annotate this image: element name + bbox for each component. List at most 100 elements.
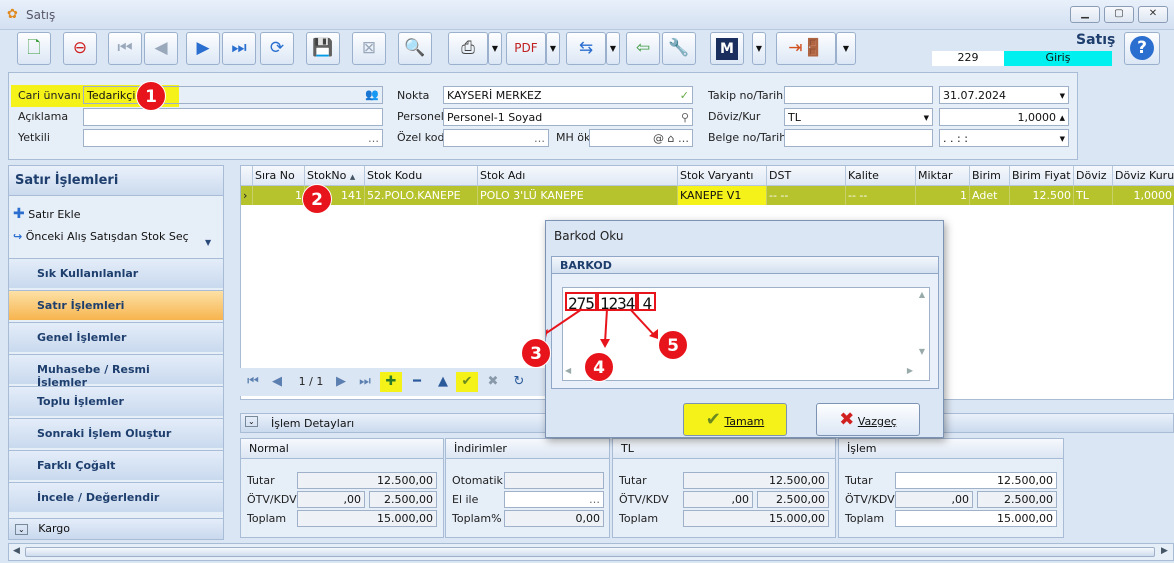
cell-sira-no[interactable]: 1 xyxy=(253,186,305,205)
close-button[interactable]: ✕ xyxy=(1138,6,1168,23)
col-birim-fiyat[interactable]: Birim Fiyat xyxy=(1010,166,1074,186)
cell-miktar[interactable]: 1 xyxy=(916,186,970,205)
minimize-button[interactable]: ▁ xyxy=(1070,6,1100,23)
doviz-select[interactable]: TL ▼ xyxy=(784,108,933,126)
cell-stok-varyanti[interactable]: KANEPE V1 xyxy=(678,186,767,205)
scroll-right-icon[interactable]: ▶ xyxy=(1161,546,1168,556)
new-document-button[interactable]: 🗋 xyxy=(17,32,51,65)
first-record-button[interactable]: ⏮ xyxy=(108,32,142,65)
normal-box: Normal Tutar 12.500,00 ÖTV/KDV ,00 2.500… xyxy=(240,438,444,538)
cari-input[interactable]: Tedarikçi 1 xyxy=(83,86,383,104)
aciklama-input[interactable] xyxy=(83,108,383,126)
scroll-thumb[interactable] xyxy=(25,547,1155,557)
col-stok-kodu[interactable]: Stok Kodu xyxy=(365,166,478,186)
nokta-input[interactable]: KAYSERİ MERKEZ ✓ xyxy=(443,86,693,104)
col-stokno[interactable]: StokNo ▲ xyxy=(305,166,365,186)
discard-button[interactable]: ⊠ xyxy=(352,32,386,65)
belge-date-input[interactable]: . . : : ▼ xyxy=(939,129,1069,147)
tools-button[interactable]: 🔧 xyxy=(662,32,696,65)
mhok-input[interactable]: @ ⌂ … xyxy=(589,129,693,147)
nav-add-icon[interactable]: ✚ xyxy=(380,372,402,392)
personel-input[interactable]: Personel-1 Soyad ⚲ xyxy=(443,108,693,126)
nav-satir-islemleri[interactable]: Satır İşlemleri xyxy=(9,290,223,320)
people-icon[interactable]: 👥 xyxy=(365,88,379,101)
nav-first-icon[interactable]: ⏮ xyxy=(242,372,264,392)
doviz-value: TL xyxy=(788,111,801,124)
islem-toplam[interactable]: 15.000,00 xyxy=(895,510,1057,527)
yetkili-input[interactable]: … xyxy=(83,129,383,147)
nav-up-icon[interactable]: ▲ xyxy=(432,372,454,392)
cell-stok-adi[interactable]: POLO 3'LÜ KANEPE xyxy=(478,186,678,205)
nav-genel-islemler[interactable]: Genel İşlemler xyxy=(9,322,223,352)
col-stok-adi[interactable]: Stok Adı xyxy=(478,166,678,186)
cell-kalite[interactable]: -- -- xyxy=(846,186,916,205)
next-record-button[interactable]: ▶ xyxy=(186,32,220,65)
maximize-button[interactable]: ▢ xyxy=(1104,6,1134,23)
last-record-button[interactable]: ⏭ xyxy=(222,32,256,65)
row-indicator-icon[interactable]: › xyxy=(241,186,253,205)
scroll-left-icon[interactable]: ◀ xyxy=(13,546,20,556)
cell-birim-fiyat[interactable]: 12.500 xyxy=(1010,186,1074,205)
m-dropdown-icon[interactable]: ▼ xyxy=(752,32,766,65)
nav-remove-icon[interactable]: ━ xyxy=(406,372,428,392)
pdf-button[interactable]: PDF xyxy=(506,32,546,65)
elile-input[interactable]: … xyxy=(504,491,604,508)
preview-button[interactable]: 🔍 xyxy=(398,32,432,65)
export-button[interactable]: ⇆ xyxy=(566,32,606,65)
nav-last-icon[interactable]: ⏭ xyxy=(354,372,376,392)
nav-incele[interactable]: İncele / Değerlendir xyxy=(9,482,223,512)
ozelkod-input[interactable]: … xyxy=(443,129,549,147)
tl-tutar-label: Tutar xyxy=(619,474,647,487)
islem-title: İşlem xyxy=(839,439,1063,459)
nav-muhasebe[interactable]: Muhasebe / Resmi İşlemler xyxy=(9,354,223,389)
nav-sonraki-islem[interactable]: Sonraki İşlem Oluştur xyxy=(9,418,223,448)
nav-refresh-icon[interactable]: ↻ xyxy=(508,372,530,392)
delete-document-button[interactable]: ⊖ xyxy=(63,32,97,65)
pdf-dropdown-icon[interactable]: ▼ xyxy=(546,32,560,65)
cell-dst[interactable]: -- -- xyxy=(767,186,846,205)
export-dropdown-icon[interactable]: ▼ xyxy=(606,32,620,65)
islem-tutar[interactable]: 12.500,00 xyxy=(895,472,1057,489)
col-dst[interactable]: DST xyxy=(767,166,846,186)
col-doviz[interactable]: Döviz xyxy=(1074,166,1113,186)
save-button[interactable]: 💾 xyxy=(306,32,340,65)
expand-more-icon[interactable]: ▼ xyxy=(205,238,211,247)
help-button[interactable]: ? xyxy=(1124,32,1160,65)
cell-doviz[interactable]: TL xyxy=(1074,186,1113,205)
col-sira-no[interactable]: Sıra No xyxy=(253,166,305,186)
kargo-section[interactable]: ⌄ Kargo xyxy=(9,518,223,539)
prev-record-button[interactable]: ◀ xyxy=(144,32,178,65)
belge-no-input[interactable] xyxy=(784,129,933,147)
nav-cancel-icon[interactable]: ✖ xyxy=(482,372,504,392)
ok-button[interactable]: ✔ Tamam xyxy=(683,403,787,436)
nav-farkli-cogalt[interactable]: Farklı Çoğalt xyxy=(9,450,223,480)
horizontal-scrollbar[interactable]: ◀ ▶ xyxy=(8,543,1174,561)
nav-prev-icon[interactable]: ◀ xyxy=(266,372,288,392)
print-dropdown-icon[interactable]: ▼ xyxy=(488,32,502,65)
m-app-button[interactable]: M xyxy=(710,32,744,65)
nav-next-icon[interactable]: ▶ xyxy=(330,372,352,392)
check-icon: ✓ xyxy=(679,89,689,102)
exit-button[interactable]: ⇥🚪 xyxy=(776,32,836,65)
col-miktar[interactable]: Miktar xyxy=(916,166,970,186)
col-doviz-kuru[interactable]: Döviz Kuru xyxy=(1113,166,1174,186)
nav-sik-kullanilanlar[interactable]: Sık Kullanılanlar xyxy=(9,258,223,288)
cell-doviz-kuru[interactable]: 1,0000 xyxy=(1113,186,1174,205)
nav-toplu-islemler[interactable]: Toplu İşlemler xyxy=(9,386,223,416)
kur-input[interactable]: 1,0000 ▴ xyxy=(939,108,1069,126)
col-kalite[interactable]: Kalite xyxy=(846,166,916,186)
takip-no-input[interactable] xyxy=(784,86,933,104)
nav-confirm-icon[interactable]: ✔ xyxy=(456,372,478,392)
cell-stok-kodu[interactable]: 52.POLO.KANEPE xyxy=(365,186,478,205)
col-birim[interactable]: Birim xyxy=(970,166,1010,186)
cell-birim[interactable]: Adet xyxy=(970,186,1010,205)
import-button[interactable]: ⇦ xyxy=(626,32,660,65)
takip-date-input[interactable]: 31.07.2024 ▼ xyxy=(939,86,1069,104)
print-button[interactable]: ⎙ xyxy=(448,32,488,65)
add-row-action[interactable]: ✚ Satır Ekle xyxy=(13,206,81,222)
col-stok-varyanti[interactable]: Stok Varyantı xyxy=(678,166,767,186)
exit-dropdown-icon[interactable]: ▼ xyxy=(836,32,856,65)
previous-stock-action[interactable]: ↪ Önceki Alış Satışdan Stok Seç xyxy=(13,230,189,243)
cancel-button[interactable]: ✖ Vazgeç xyxy=(816,403,920,436)
refresh-button[interactable]: ⟳ xyxy=(260,32,294,65)
